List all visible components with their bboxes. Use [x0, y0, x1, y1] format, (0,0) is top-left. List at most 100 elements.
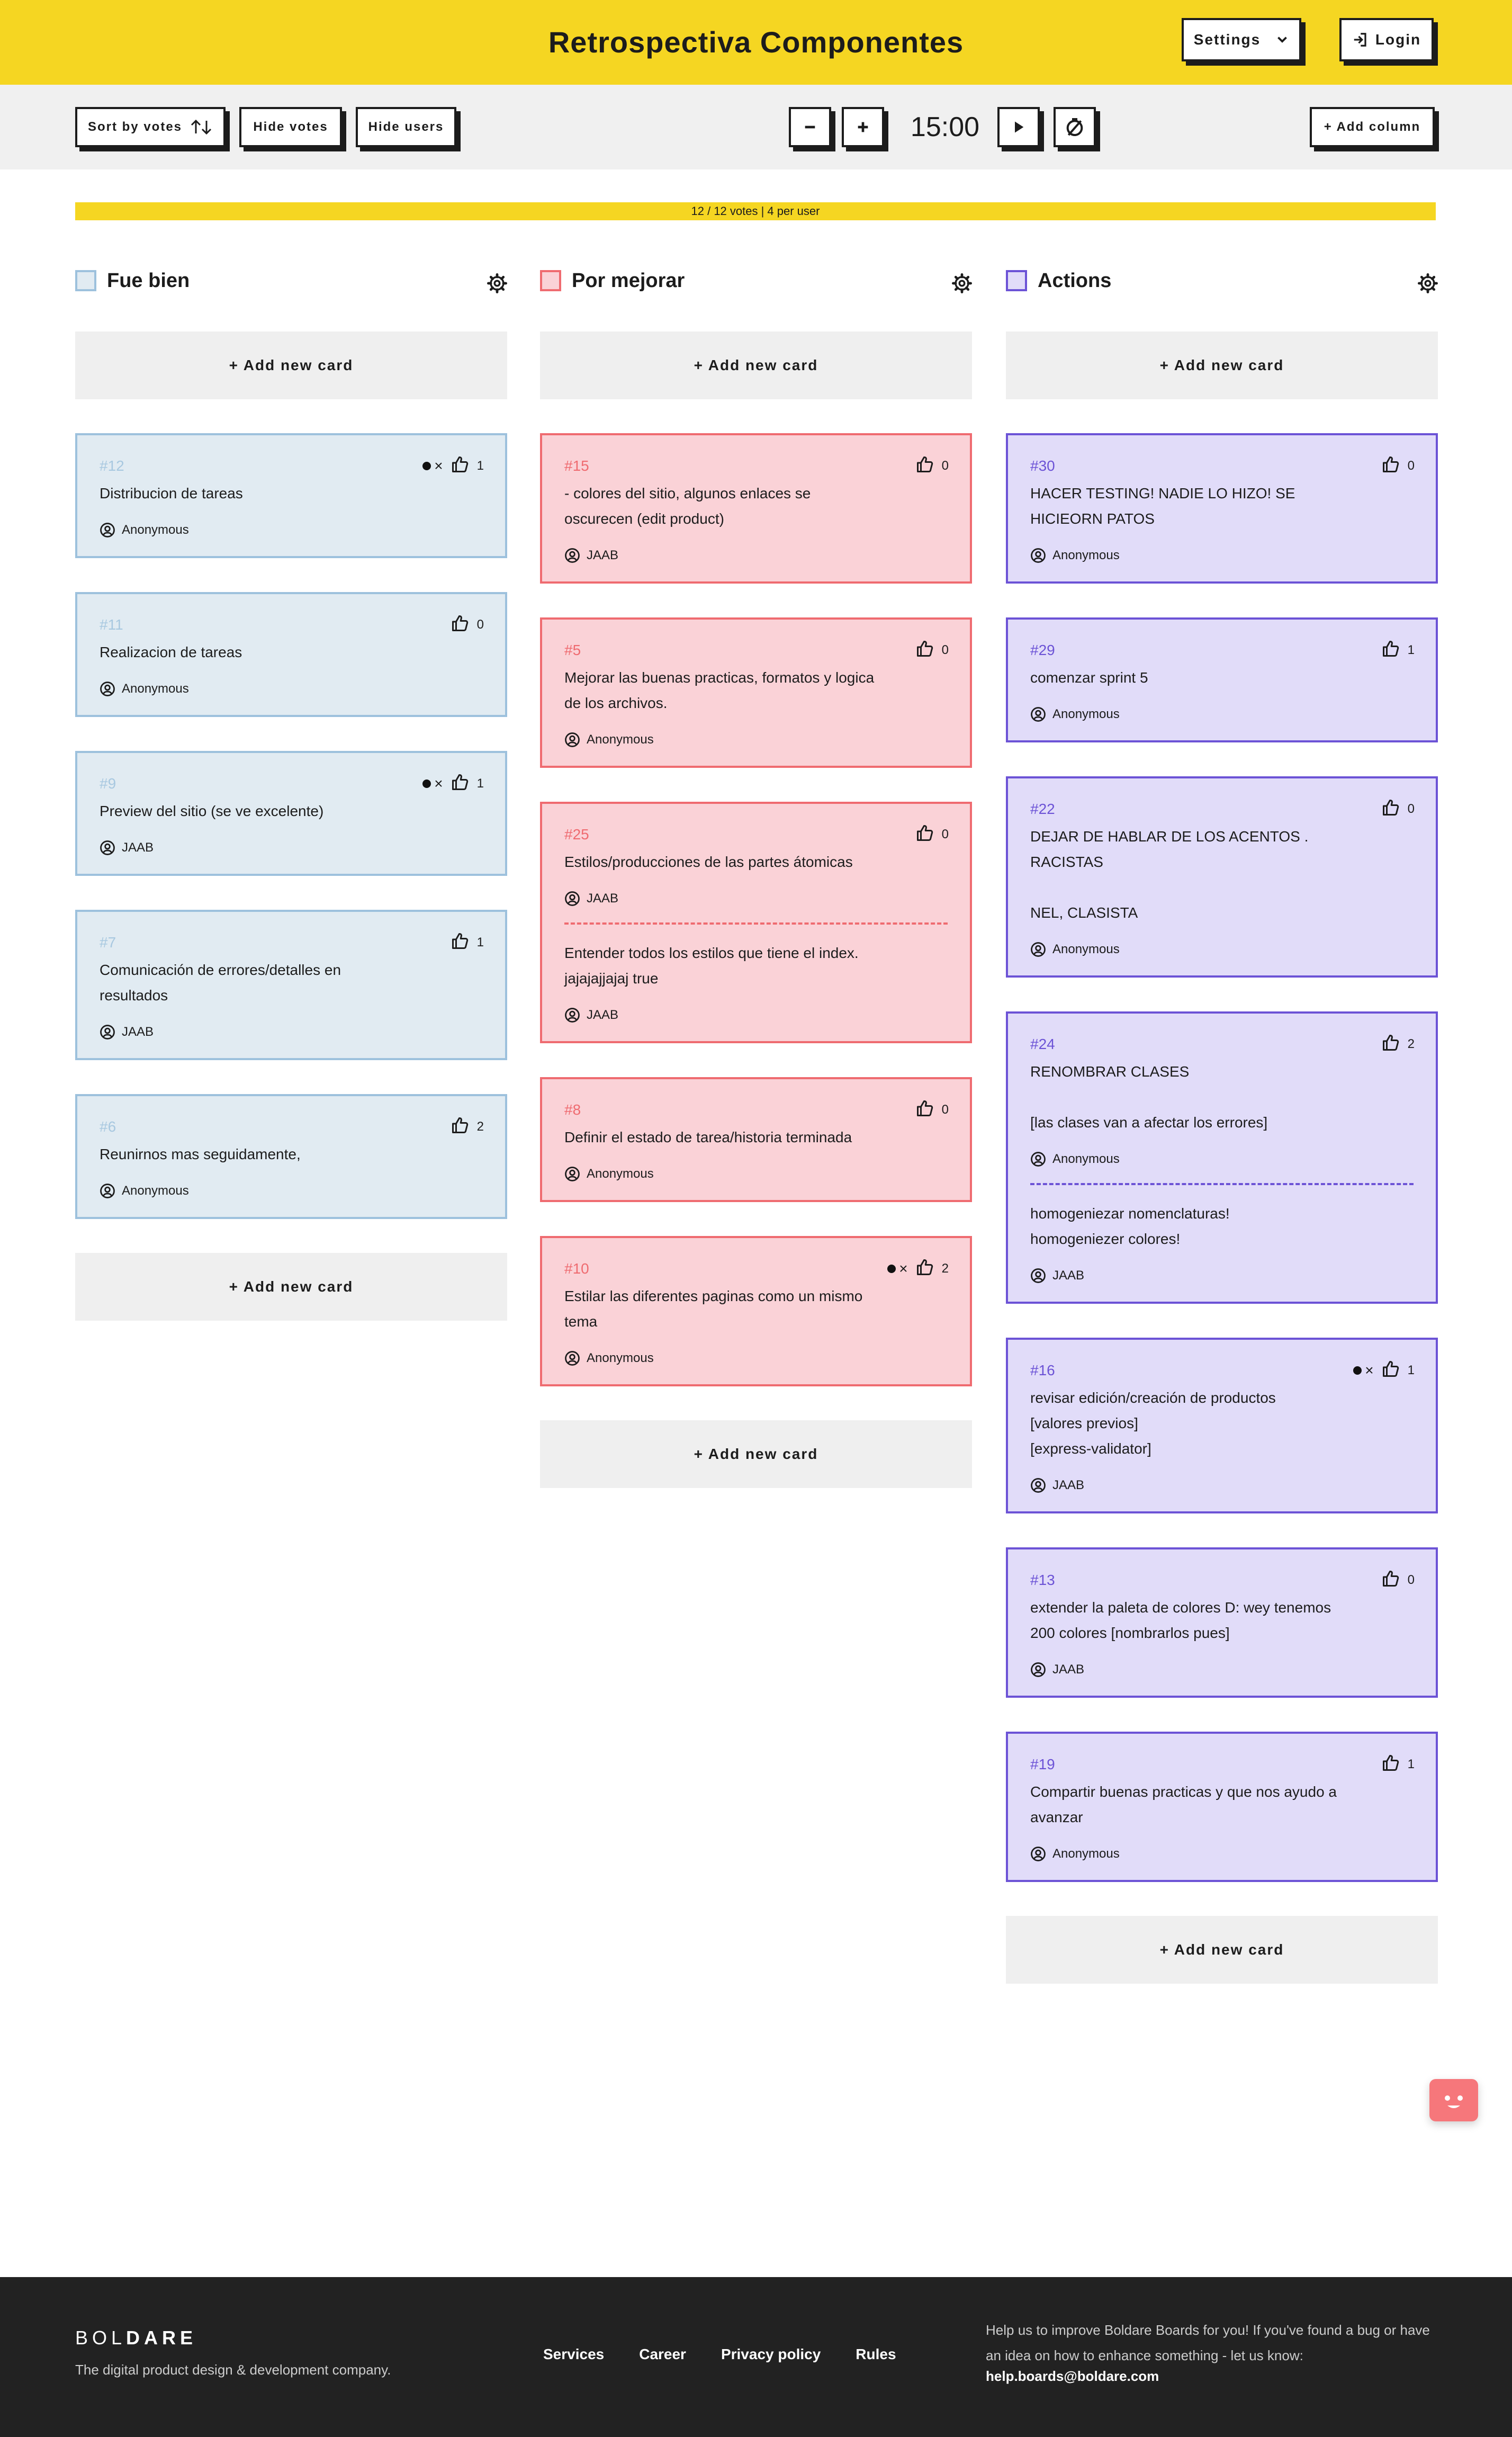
card-id: #15	[564, 458, 589, 474]
card-id: #11	[100, 616, 123, 633]
card-id: #13	[1030, 1572, 1055, 1588]
user-circle-icon	[565, 1167, 580, 1181]
retro-card[interactable]: #6 2 Reunirnos mas seguidamente, Anonymous	[75, 1094, 507, 1219]
add-card-button-bottom[interactable]: + Add new card	[540, 1420, 972, 1488]
card-id: #25	[564, 826, 589, 843]
add-card-button-top[interactable]: + Add new card	[75, 331, 507, 399]
vote-button[interactable]	[451, 931, 470, 954]
card-author: Anonymous	[100, 681, 483, 697]
chat-widget-button[interactable]	[1429, 2079, 1478, 2121]
thumbs-up-icon	[916, 1100, 933, 1116]
vote-button[interactable]	[915, 823, 934, 846]
hide-votes-button[interactable]: Hide votes	[239, 107, 342, 147]
timer-play-button[interactable]	[997, 107, 1040, 147]
card-author: JAAB	[100, 1024, 483, 1040]
card-section: comenzar sprint 5 Anonymous	[1030, 665, 1414, 722]
card-id: #10	[564, 1260, 589, 1277]
vote-button[interactable]	[451, 614, 470, 637]
vote-button[interactable]	[915, 1099, 934, 1122]
retro-card[interactable]: #5 0 Mejorar las buenas practicas, formato…	[540, 617, 972, 768]
card-votes: 1	[451, 933, 484, 952]
vote-button[interactable]	[451, 455, 470, 478]
remove-own-vote-button[interactable]: ×	[887, 1260, 908, 1277]
author-name: JAAB	[122, 1025, 154, 1039]
retro-card[interactable]: #9 × 1 Preview del sitio (se ve excelente) J…	[75, 751, 507, 876]
timer-reset-button[interactable]	[1054, 107, 1096, 147]
add-card-button-bottom[interactable]: + Add new card	[1006, 1916, 1438, 1984]
timer-increase-button[interactable]	[842, 107, 884, 147]
vote-button[interactable]	[915, 1258, 934, 1280]
retro-card[interactable]: #30 0 HACER TESTING! NADIE LO HIZO! SE HIC…	[1006, 433, 1438, 584]
settings-button[interactable]: Settings	[1182, 18, 1301, 61]
add-card-button-top[interactable]: + Add new card	[1006, 331, 1438, 399]
card-section: Reunirnos mas seguidamente, Anonymous	[100, 1142, 483, 1199]
card-text: DEJAR DE HABLAR DE LOS ACENTOS . RACISTA…	[1030, 828, 1309, 921]
footer-link-privacy-policy[interactable]: Privacy policy	[721, 2346, 821, 2363]
vote-count: 1	[1407, 1363, 1415, 1377]
retro-card[interactable]: #12 × 1 Distribucion de tareas Anonymous	[75, 433, 507, 558]
vote-button[interactable]	[1381, 639, 1400, 662]
boldare-logo[interactable]: BOLDARE	[75, 2327, 197, 2349]
vote-button[interactable]	[915, 455, 934, 478]
hide-users-button[interactable]: Hide users	[356, 107, 456, 147]
add-column-button[interactable]: + Add column	[1310, 107, 1435, 147]
user-circle-icon	[100, 1184, 115, 1198]
footer-help-email[interactable]: help.boards@boldare.com	[986, 2368, 1159, 2385]
gear-icon[interactable]	[487, 273, 507, 293]
vote-button[interactable]	[451, 773, 470, 795]
remove-own-vote-button[interactable]: ×	[422, 458, 443, 474]
card-id: #5	[564, 642, 581, 658]
vote-count: 1	[1407, 1757, 1415, 1771]
retro-card[interactable]: #29 1 comenzar sprint 5 Anonymous	[1006, 617, 1438, 742]
card-id: #8	[564, 1101, 581, 1118]
card-id: #29	[1030, 642, 1055, 658]
login-button[interactable]: Login	[1339, 18, 1434, 61]
retro-card[interactable]: #16 × 1 revisar edición/creación de product…	[1006, 1338, 1438, 1513]
user-circle-icon	[1031, 1847, 1046, 1861]
gear-icon[interactable]	[952, 273, 972, 293]
card-id: #30	[1030, 458, 1055, 474]
retro-card[interactable]: #25 0 Estilos/producciones de las partes á…	[540, 802, 972, 1043]
retro-card[interactable]: #22 0 DEJAR DE HABLAR DE LOS ACENTOS . RAC…	[1006, 776, 1438, 978]
retro-card[interactable]: #24 2 RENOMBRAR CLASES [las clases van a a…	[1006, 1011, 1438, 1304]
timer-decrease-button[interactable]	[789, 107, 831, 147]
vote-button[interactable]	[915, 639, 934, 662]
retro-card[interactable]: #13 0 extender la paleta de colores D: wey…	[1006, 1547, 1438, 1698]
author-name: Anonymous	[587, 1167, 654, 1181]
thumbs-up-icon	[1382, 640, 1399, 657]
user-circle-icon	[1031, 1268, 1046, 1283]
vote-button[interactable]	[1381, 1359, 1400, 1382]
retro-card[interactable]: #19 1 Compartir buenas practicas y que nos…	[1006, 1732, 1438, 1882]
vote-button[interactable]	[1381, 1753, 1400, 1776]
vote-button[interactable]	[1381, 1569, 1400, 1592]
column-title: Por mejorar	[572, 270, 685, 292]
footer-tagline: The digital product design & development…	[75, 2362, 391, 2378]
votes-progress-text: 12 / 12 votes | 4 per user	[691, 204, 820, 218]
vote-button[interactable]	[451, 1116, 470, 1139]
footer-link-services[interactable]: Services	[543, 2346, 604, 2363]
author-name: Anonymous	[1052, 1847, 1120, 1861]
vote-button[interactable]	[1381, 1033, 1400, 1056]
footer-link-career[interactable]: Career	[639, 2346, 686, 2363]
footer-link-rules[interactable]: Rules	[856, 2346, 896, 2363]
vote-button[interactable]	[1381, 798, 1400, 821]
sort-by-votes-button[interactable]: Sort by votes	[75, 107, 226, 147]
gear-icon[interactable]	[1418, 273, 1438, 293]
author-name: JAAB	[1052, 1662, 1085, 1677]
retro-card[interactable]: #7 1 Comunicación de errores/detalles en r…	[75, 910, 507, 1060]
add-card-button-top[interactable]: + Add new card	[540, 331, 972, 399]
thumbs-up-icon	[916, 456, 933, 472]
retro-card[interactable]: #10 × 2 Estilar las diferentes paginas como…	[540, 1236, 972, 1386]
card-votes: 0	[1381, 456, 1415, 476]
card-votes: × 1	[422, 456, 484, 476]
settings-label: Settings	[1193, 31, 1261, 48]
thumbs-up-icon	[916, 1259, 933, 1275]
retro-card[interactable]: #8 0 Definir el estado de tarea/historia t…	[540, 1077, 972, 1202]
add-card-button-bottom[interactable]: + Add new card	[75, 1253, 507, 1321]
user-circle-icon	[565, 732, 580, 747]
retro-card[interactable]: #11 0 Realizacion de tareas Anonymous	[75, 592, 507, 717]
remove-own-vote-button[interactable]: ×	[422, 775, 443, 792]
vote-button[interactable]	[1381, 455, 1400, 478]
remove-own-vote-button[interactable]: ×	[1353, 1362, 1374, 1379]
retro-card[interactable]: #15 0 - colores del sitio, algunos enlaces…	[540, 433, 972, 584]
